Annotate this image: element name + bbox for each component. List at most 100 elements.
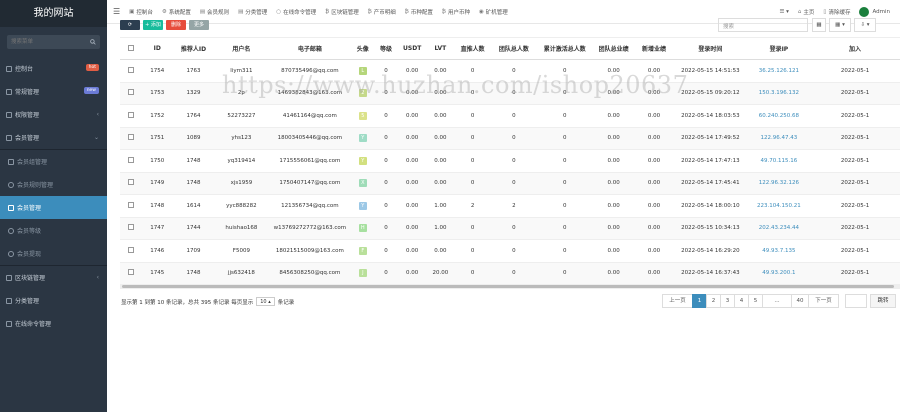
page-40[interactable]: 40: [791, 294, 809, 308]
table-row[interactable]: 1752 1764 52273227 41461164@qq.com 5 0 0.00 0.0…: [120, 104, 900, 128]
column-header[interactable]: ID: [142, 37, 173, 60]
sidebar-item-10[interactable]: 分类管理: [0, 289, 107, 312]
table-row[interactable]: 1746 1709 F5009 18021515009@163.com F 0 0.00 0.…: [120, 239, 900, 263]
cell-perf: 0.00: [592, 149, 635, 173]
jump-button[interactable]: 跳转: [870, 294, 896, 308]
row-checkbox[interactable]: [120, 262, 143, 285]
row-checkbox[interactable]: [120, 217, 143, 240]
cell-ip[interactable]: 49.70.115.16: [747, 149, 811, 173]
table-row[interactable]: 1750 1748 yq319414 1715556061@qq.com Y 0 0.00 0…: [120, 149, 900, 173]
sidebar-item-4[interactable]: 会员组管理: [0, 150, 107, 173]
user-menu[interactable]: Admin: [859, 6, 890, 17]
export-button[interactable]: ⇩ ▾: [854, 18, 876, 32]
page-4[interactable]: 4: [734, 294, 749, 308]
tab-3[interactable]: ▤ 分类管理: [238, 8, 267, 16]
column-header[interactable]: 电子邮箱: [268, 37, 352, 60]
cell-ip[interactable]: 60.240.250.68: [747, 104, 811, 128]
tab-7[interactable]: ₿ 币种配置: [405, 8, 433, 16]
tab-6[interactable]: ₿ 产币明细: [368, 8, 396, 16]
sidebar-item-5[interactable]: 会员规则管理: [0, 173, 107, 196]
column-header[interactable]: 登录时间: [673, 37, 748, 60]
cell-direct: 0: [454, 59, 491, 83]
tab-1[interactable]: ⚙ 系统配置: [162, 8, 191, 16]
column-header[interactable]: 团队总业绩: [592, 37, 635, 60]
search-icon[interactable]: [90, 39, 96, 47]
column-header[interactable]: 直推人数: [454, 37, 491, 60]
menu-toggle-icon[interactable]: ☰: [113, 7, 120, 16]
sidebar-item-8[interactable]: 会员提现: [0, 242, 107, 265]
tab-5[interactable]: ₿ 区块链管理: [325, 8, 359, 16]
page-3[interactable]: 3: [720, 294, 735, 308]
cell-ip[interactable]: 122.96.47.43: [747, 127, 811, 150]
sidebar-item-9[interactable]: 区块链管理 ‹: [0, 266, 107, 289]
column-header[interactable]: 用户名: [214, 37, 269, 60]
tab-9[interactable]: ◉ 矿机管理: [479, 8, 508, 16]
row-checkbox[interactable]: [120, 239, 143, 263]
columns-button[interactable]: ▦ ▾: [829, 18, 851, 32]
row-checkbox[interactable]: [120, 149, 143, 173]
delete-button[interactable]: 删除: [166, 20, 186, 30]
row-checkbox[interactable]: [120, 194, 143, 218]
column-header[interactable]: USDT: [398, 37, 427, 60]
table-row[interactable]: 1754 1763 liym311 870735496@qq.com L 0 0.00 0.0…: [120, 59, 900, 83]
cell-ip[interactable]: 202.43.234.44: [747, 217, 811, 240]
horizontal-scrollbar[interactable]: [120, 284, 900, 289]
sidebar-item-2[interactable]: 权限管理 ‹: [0, 103, 107, 126]
sidebar-item-3[interactable]: 会员管理 ⌄: [0, 126, 107, 149]
column-header[interactable]: 加入: [810, 37, 900, 60]
page-1[interactable]: 1: [692, 294, 707, 308]
row-checkbox[interactable]: [120, 104, 143, 128]
page-5[interactable]: 5: [748, 294, 763, 308]
toggle-view-button[interactable]: ▦: [812, 18, 826, 32]
menu-grid-icon[interactable]: ☰ ▾: [779, 9, 788, 15]
tab-4[interactable]: ○ 在线命令管理: [276, 8, 316, 16]
cell-ip[interactable]: 150.3.196.132: [747, 82, 811, 105]
sidebar-item-7[interactable]: 会员等级: [0, 219, 107, 242]
cell-ip[interactable]: 36.25.126.121: [747, 59, 811, 83]
menu-search-input[interactable]: [7, 35, 100, 49]
column-header[interactable]: 新增业绩: [634, 37, 674, 60]
column-header[interactable]: 累计激活总人数: [537, 37, 593, 60]
column-header[interactable]: 头像: [351, 37, 374, 60]
table-row[interactable]: 1745 1748 jjs632418 8456308250@qq.com J 0 0.00…: [120, 262, 900, 285]
row-checkbox[interactable]: [120, 127, 143, 150]
page-size-select[interactable]: 10 ▴: [256, 297, 275, 306]
sidebar-item-6[interactable]: 会员管理: [0, 196, 107, 219]
refresh-button[interactable]: ⟳: [120, 20, 140, 30]
table-row[interactable]: 1747 1744 huishao168 w13769272772@163.com H 0…: [120, 217, 900, 240]
cell-ip[interactable]: 49.93.7.135: [747, 239, 811, 263]
table-row[interactable]: 1753 1329 2p 1469382843@163.com 2 0 0.00 0.00 0 0…: [120, 82, 900, 105]
add-button[interactable]: + 添加: [143, 20, 163, 30]
table-row[interactable]: 1751 1089 yhs123 18003405446@qq.com Y 0 0.00 0.…: [120, 127, 900, 150]
column-header[interactable]: 团队总人数: [490, 37, 538, 60]
sidebar-item-11[interactable]: 在线命令管理: [0, 312, 107, 335]
home-link[interactable]: ⌂ 主页: [798, 8, 815, 16]
row-checkbox[interactable]: [120, 82, 143, 105]
column-header[interactable]: 登录IP: [747, 37, 811, 60]
site-logo[interactable]: 我的网站: [0, 0, 107, 27]
scrollbar-thumb[interactable]: [122, 285, 894, 288]
next-page-button[interactable]: 下一页: [808, 294, 839, 308]
sidebar-item-1[interactable]: 常规管理 new: [0, 80, 107, 103]
tab-0[interactable]: ▣ 控制台: [129, 8, 153, 16]
more-button[interactable]: 更多: [189, 20, 209, 30]
column-header[interactable]: 推荐人ID: [172, 37, 215, 60]
column-header[interactable]: LVT: [426, 37, 455, 60]
row-checkbox[interactable]: [120, 59, 143, 83]
clear-cache-button[interactable]: ▯ 清除缓存: [823, 8, 850, 16]
tab-2[interactable]: ▤ 会员规则: [200, 8, 229, 16]
cell-ip[interactable]: 49.93.200.1: [747, 262, 811, 285]
page-2[interactable]: 2: [706, 294, 721, 308]
column-header[interactable]: 等级: [373, 37, 399, 60]
table-row[interactable]: 1748 1614 yyc888282 121356734@qq.com Y 0 0.00 1…: [120, 194, 900, 218]
table-search-input[interactable]: 搜索: [718, 18, 808, 32]
cell-ip[interactable]: 223.104.150.21: [747, 194, 811, 218]
cell-ip[interactable]: 122.96.32.126: [747, 172, 811, 195]
tab-8[interactable]: ₿ 用户币种: [442, 8, 470, 16]
table-row[interactable]: 1749 1748 xjs1959 1750407147@qq.com X 0 0.00 0.…: [120, 172, 900, 195]
row-checkbox[interactable]: [120, 172, 143, 195]
sidebar-item-0[interactable]: 控制台 hot: [0, 57, 107, 80]
jump-input[interactable]: [845, 294, 867, 308]
select-all-checkbox[interactable]: [120, 37, 143, 60]
prev-page-button[interactable]: 上一页: [662, 294, 693, 308]
